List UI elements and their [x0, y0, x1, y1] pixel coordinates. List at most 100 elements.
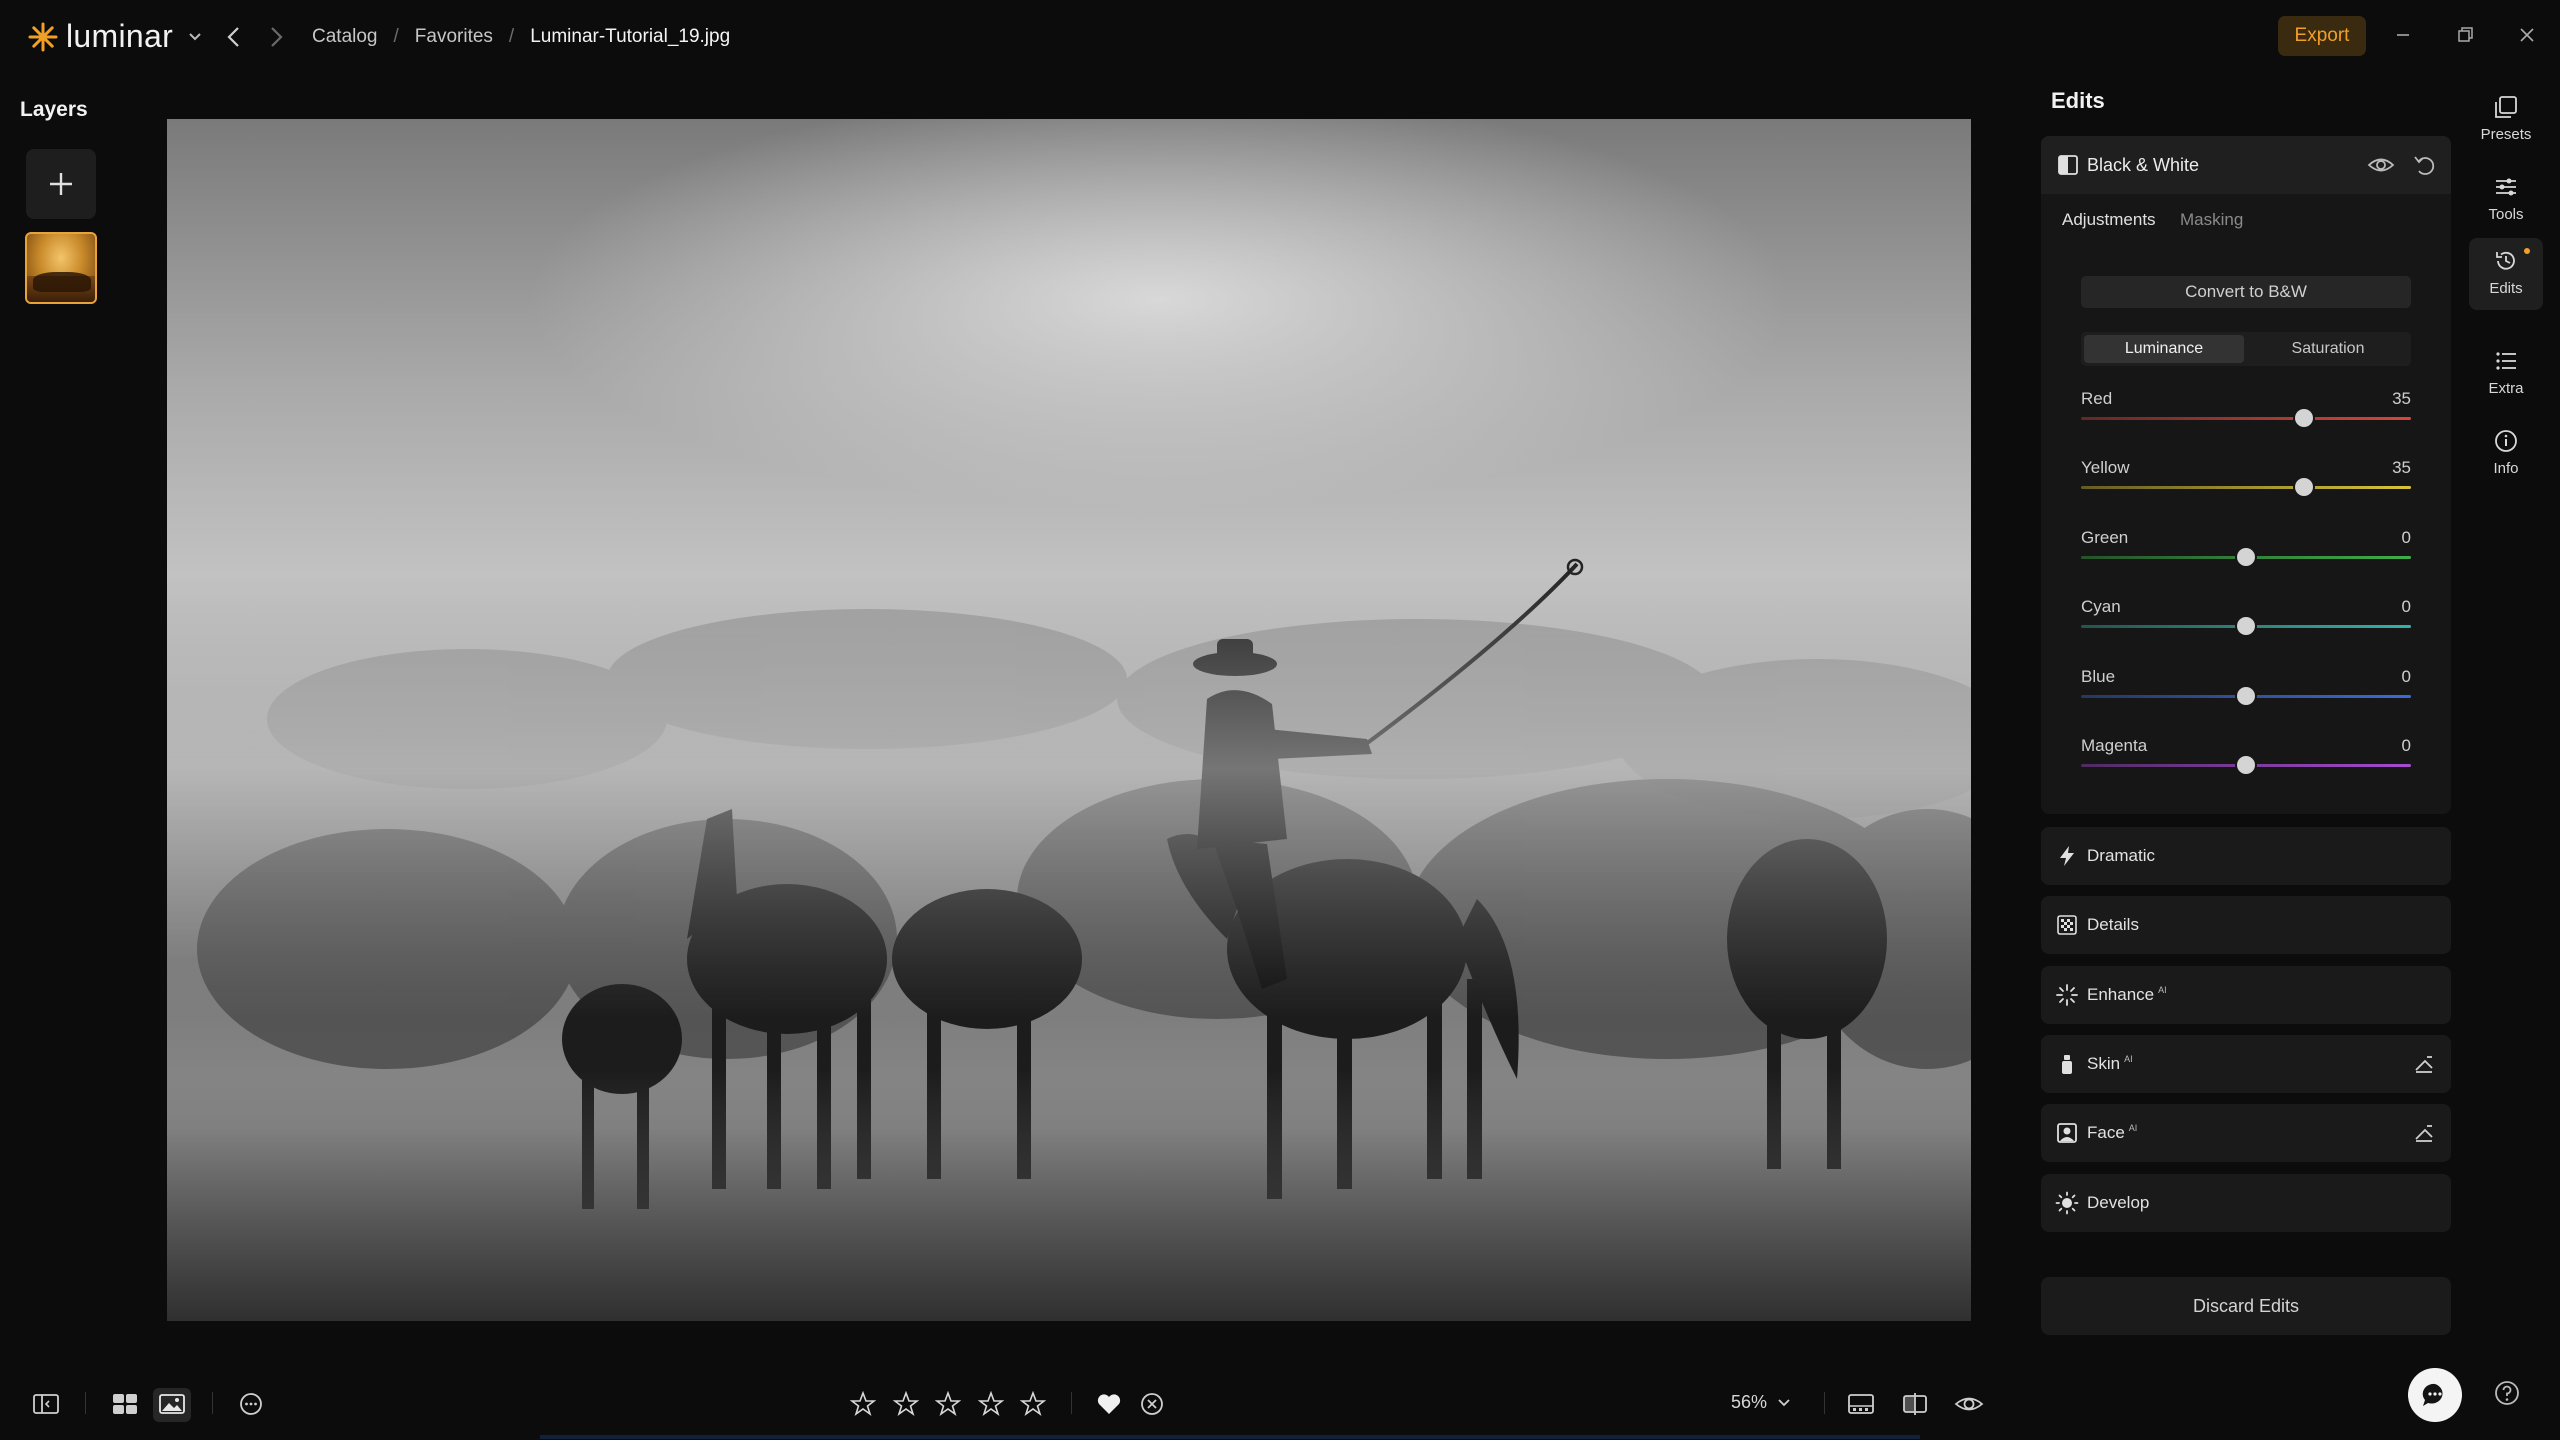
toolbar-divider — [1071, 1392, 1072, 1414]
breadcrumb-catalog[interactable]: Catalog — [312, 26, 378, 48]
back-arrow-icon[interactable] — [222, 24, 246, 50]
chat-assistant-button[interactable] — [2408, 1368, 2462, 1422]
photo-canvas[interactable] — [167, 119, 1971, 1321]
histogram-view-icon[interactable] — [1846, 1390, 1876, 1418]
slider-track[interactable] — [2081, 417, 2411, 420]
slider-track[interactable] — [2081, 486, 2411, 489]
forward-arrow-icon[interactable] — [264, 24, 288, 50]
tool-develop[interactable]: Develop — [2041, 1174, 2451, 1232]
skin-icon — [2062, 1055, 2072, 1074]
close-icon[interactable] — [2512, 20, 2542, 50]
tool-name: Dramatic — [2087, 846, 2156, 865]
toolbar-divider — [85, 1392, 86, 1414]
black-white-icon — [2058, 155, 2078, 175]
heart-icon[interactable] — [1094, 1390, 1124, 1418]
star-3-icon[interactable] — [933, 1390, 963, 1418]
tab-masking[interactable]: Masking — [2180, 210, 2243, 230]
mode-toggle: Luminance Saturation — [2081, 332, 2411, 366]
app-name: luminar — [66, 18, 174, 54]
sun-icon — [2055, 1191, 2079, 1215]
slider-magenta: Magenta 0 — [2081, 736, 2411, 786]
slider-label: Yellow — [2081, 458, 2130, 477]
slider-value: 0 — [2401, 597, 2411, 616]
tool-name: Develop — [2087, 1193, 2150, 1212]
layer-thumbnail[interactable] — [25, 232, 97, 304]
chat-bubble-icon — [2422, 1383, 2443, 1406]
slider-label: Green — [2081, 528, 2129, 547]
zoom-dropdown[interactable]: 56% — [1731, 1392, 1791, 1413]
breadcrumb-favorites[interactable]: Favorites — [415, 26, 493, 48]
lightning-icon — [2060, 846, 2074, 866]
toggle-sidebar-icon[interactable] — [31, 1390, 61, 1418]
info-icon — [2495, 430, 2517, 452]
slider-value: 35 — [2392, 389, 2411, 408]
tool-name: Details — [2087, 915, 2139, 934]
tool-skin[interactable]: Skin AI — [2041, 1035, 2451, 1093]
rail-presets[interactable]: Presets — [2469, 84, 2543, 156]
slider-thumb[interactable] — [2294, 478, 2313, 496]
rail-tools[interactable]: Tools — [2469, 164, 2543, 236]
breadcrumb-separator: / — [393, 26, 399, 47]
black-white-header[interactable]: Black & White — [2041, 136, 2451, 194]
rail-info[interactable]: Info — [2469, 418, 2543, 490]
export-button[interactable]: Export — [2278, 16, 2366, 56]
star-1-icon[interactable] — [848, 1390, 878, 1418]
slider-label: Cyan — [2081, 597, 2121, 616]
slider-thumb[interactable] — [2237, 617, 2255, 635]
chevron-down-icon — [189, 32, 201, 40]
presets-icon — [2495, 96, 2517, 118]
slider-value: 0 — [2401, 667, 2411, 686]
layers-title: Layers — [20, 98, 88, 121]
ai-badge: AI — [2128, 1123, 2138, 1134]
tool-label: Skin AI — [2087, 1054, 2133, 1074]
rail-label: Edits — [2489, 280, 2523, 297]
tab-adjustments[interactable]: Adjustments — [2062, 210, 2156, 230]
convert-bw-button[interactable]: Convert to B&W — [2081, 276, 2411, 308]
slider-thumb[interactable] — [2237, 548, 2255, 566]
slider-value: 35 — [2392, 458, 2411, 477]
grid-pattern-icon — [2057, 915, 2077, 935]
slider-red: Red 35 — [2081, 389, 2411, 439]
restore-icon[interactable] — [2450, 20, 2480, 50]
tool-dramatic[interactable]: Dramatic — [2041, 827, 2451, 885]
slider-label: Red — [2081, 389, 2113, 408]
compare-view-icon[interactable] — [1900, 1390, 1930, 1418]
slider-label: Magenta — [2081, 736, 2148, 755]
star-5-icon[interactable] — [1018, 1390, 1048, 1418]
more-options-icon[interactable] — [236, 1390, 266, 1418]
plus-icon — [50, 173, 72, 195]
slider-thumb[interactable] — [2237, 756, 2255, 774]
reject-icon[interactable] — [1137, 1390, 1167, 1418]
tool-enhance[interactable]: Enhance AI — [2041, 966, 2451, 1024]
slider-thumb[interactable] — [2237, 687, 2255, 705]
minimize-icon[interactable] — [2388, 20, 2418, 50]
rail-edits[interactable]: Edits — [2469, 238, 2543, 310]
tool-face[interactable]: Face AI — [2041, 1104, 2451, 1162]
reset-icon[interactable] — [2411, 152, 2437, 178]
help-icon[interactable] — [2492, 1378, 2522, 1408]
chevron-down-icon — [1778, 1398, 1790, 1406]
mode-luminance[interactable]: Luminance — [2084, 335, 2244, 363]
star-4-icon[interactable] — [976, 1390, 1006, 1418]
black-white-panel: Black & White Adjustments Masking Conver… — [2041, 136, 2451, 814]
discard-edits-button[interactable]: Discard Edits — [2041, 1277, 2451, 1335]
single-image-view-icon[interactable] — [157, 1390, 187, 1418]
tool-details[interactable]: Details — [2041, 896, 2451, 954]
face-mask-icon[interactable] — [2413, 1122, 2435, 1144]
grid-view-icon[interactable] — [110, 1390, 140, 1418]
black-white-title: Black & White — [2087, 155, 2200, 175]
slider-thumb[interactable] — [2294, 409, 2313, 427]
edits-title: Edits — [2051, 88, 2105, 113]
app-menu[interactable]: luminar — [28, 18, 203, 55]
eye-icon[interactable] — [2367, 152, 2395, 178]
add-layer-button[interactable] — [26, 149, 96, 219]
rail-extra[interactable]: Extra — [2469, 338, 2543, 410]
star-2-icon[interactable] — [891, 1390, 921, 1418]
face-mask-icon[interactable] — [2413, 1053, 2435, 1075]
ai-badge: AI — [2124, 1054, 2133, 1065]
ai-badge: AI — [2158, 985, 2167, 996]
preview-eye-icon[interactable] — [1954, 1390, 1984, 1418]
rail-label: Info — [2493, 460, 2519, 477]
breadcrumb-current-file: Luminar-Tutorial_19.jpg — [530, 26, 731, 47]
mode-saturation[interactable]: Saturation — [2248, 335, 2408, 363]
